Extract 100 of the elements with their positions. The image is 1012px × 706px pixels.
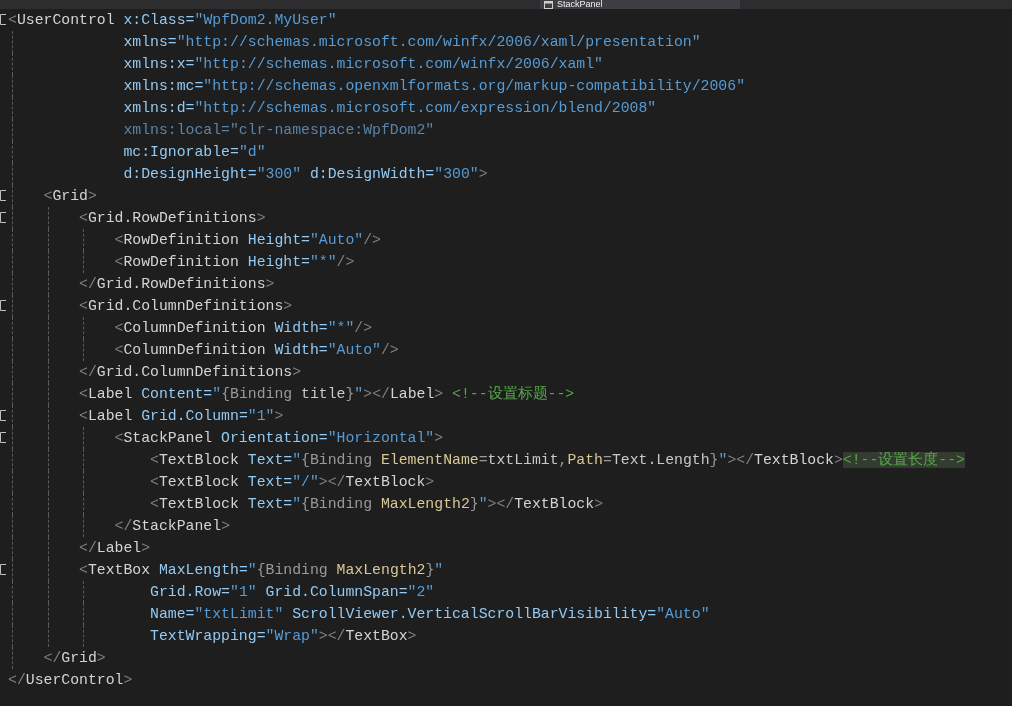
code-token: mc:Ignorable= [122, 144, 239, 160]
code-token: "d" [238, 144, 266, 160]
code-token: > [283, 298, 293, 314]
code-token: /> [363, 232, 381, 248]
code-token: > [425, 474, 435, 490]
code-token: < [113, 232, 124, 248]
code-token: Grid.RowDefinitions [96, 276, 266, 292]
code-token: < [149, 474, 159, 490]
code-comment: <!--设置长度--> [842, 452, 965, 468]
code-token: < [113, 430, 124, 446]
code-token: TextBlock [158, 474, 239, 490]
code-token: Name= [149, 606, 195, 622]
code-token: " [354, 386, 364, 402]
code-token: < [149, 452, 159, 468]
code-token: > [265, 276, 275, 292]
code-token: "WpfDom2.MyUser" [194, 12, 337, 28]
code-token: > [274, 408, 284, 424]
code-token: > [434, 386, 444, 402]
code-token: StackPanel [123, 430, 213, 446]
code-token: , [558, 452, 568, 468]
code-token: } [425, 562, 435, 578]
code-token: } [469, 496, 479, 512]
code-token: < [113, 254, 124, 270]
code-token: "2" [407, 584, 435, 600]
code-comment: <!--设置标题--> [451, 386, 575, 402]
code-token: Height= [246, 254, 310, 270]
code-token: "Horizontal" [327, 430, 435, 446]
code-token: xmlns:d= [122, 100, 195, 116]
code-token: > [292, 364, 302, 380]
code-token: = [603, 452, 612, 468]
code-token: TextBlock [158, 452, 239, 468]
code-token: "Auto" [327, 342, 381, 358]
code-token: </ [78, 364, 97, 380]
code-token: </ [113, 518, 133, 534]
code-token: MaxLength= [157, 562, 248, 578]
code-token: " [478, 496, 488, 512]
code-token: Label [389, 386, 435, 402]
code-token: "*" [309, 254, 337, 270]
code-token: x:Class= [122, 12, 195, 28]
code-token: {Binding [256, 562, 328, 578]
code-token: TextBlock [754, 452, 834, 468]
code-token: < [113, 342, 124, 358]
code-token: "http://schemas.microsoft.com/expression/blend/2008" [194, 100, 657, 116]
code-token: RowDefinition [123, 254, 239, 270]
code-token: Orientation= [220, 430, 328, 446]
collapse-icon[interactable] [0, 564, 7, 575]
code-token: > [594, 496, 603, 512]
code-token: < [78, 298, 88, 314]
code-token: "Wrap" [265, 628, 319, 644]
collapse-icon[interactable] [0, 212, 7, 223]
code-token: "Auto" [656, 606, 710, 622]
code-token: Content= [140, 386, 213, 402]
code-token: > [833, 452, 843, 468]
code-token: } [709, 452, 719, 468]
code-token: > [256, 210, 266, 226]
code-token: Grid.Row= [149, 584, 230, 600]
code-token: > [87, 188, 97, 204]
code-token: " [434, 562, 444, 578]
code-token: > [221, 518, 230, 534]
code-token: xmlns:local="clr-namespace:WpfDom2" [122, 122, 435, 138]
collapse-icon[interactable] [0, 410, 7, 421]
code-token: " [292, 496, 302, 512]
code-token: "300" [434, 166, 479, 182]
code-token: Grid.ColumnDefinitions [96, 364, 293, 380]
code-token: RowDefinition [123, 232, 239, 248]
code-token: " [247, 562, 257, 578]
code-token: xmlns:x= [122, 56, 195, 72]
document-tab[interactable]: StackPanel [540, 0, 740, 9]
code-token: > [434, 430, 444, 446]
code-token: /> [336, 254, 355, 270]
code-token: ></ [318, 628, 346, 644]
window-icon [544, 0, 553, 9]
code-token: "1" [230, 584, 257, 600]
code-token: </ [78, 540, 97, 556]
code-token: Grid.RowDefinitions [87, 210, 257, 226]
collapse-icon[interactable] [0, 190, 7, 201]
code-token: } [345, 386, 355, 402]
collapse-icon[interactable] [0, 300, 7, 311]
code-token: < [149, 496, 159, 512]
code-token: title [300, 386, 346, 402]
collapse-icon[interactable] [0, 432, 7, 443]
code-token: < [42, 188, 53, 204]
code-token: {Binding [221, 386, 293, 402]
code-token: ScrollViewer.VerticalScrollBarVisibility= [291, 606, 657, 622]
code-token: ></ [318, 474, 346, 490]
code-token: Text= [246, 474, 293, 490]
code-token: Grid [61, 650, 97, 666]
code-token: Width= [273, 342, 328, 358]
code-token: " [212, 386, 222, 402]
code-token: d:DesignHeight= [122, 166, 257, 182]
code-token: StackPanel [132, 518, 222, 534]
code-token: "http://schemas.openxmlformats.org/markup-compatibility/2006" [203, 78, 745, 94]
code-token: xmlns:mc= [122, 78, 204, 94]
code-token: ColumnDefinition [123, 342, 266, 358]
code-token: > [141, 540, 151, 556]
code-token: Height= [246, 232, 310, 248]
collapse-icon[interactable] [0, 14, 7, 25]
code-token: " [292, 452, 302, 468]
code-token: " [718, 452, 728, 468]
code-token: TextBlock [514, 496, 595, 512]
